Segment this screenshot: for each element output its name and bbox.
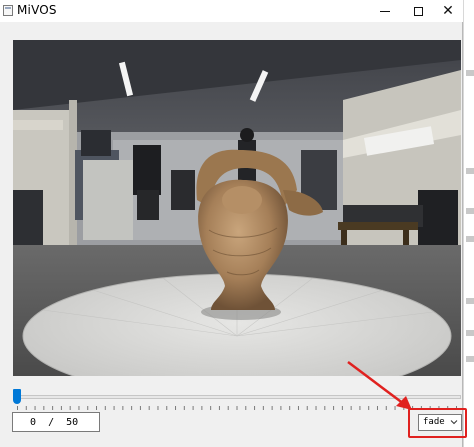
chevron-down-icon bbox=[450, 420, 458, 425]
slider-groove bbox=[13, 395, 461, 399]
background-text-mark bbox=[466, 236, 474, 242]
mode-dropdown-value: fade bbox=[423, 417, 445, 427]
background-text-mark bbox=[466, 70, 474, 76]
background-window-edge bbox=[463, 0, 474, 447]
maximize-icon bbox=[413, 6, 423, 16]
mivos-window: MiVOS ✕ 0 / 50 fade bbox=[0, 0, 463, 447]
close-icon: ✕ bbox=[442, 3, 454, 19]
background-text-mark bbox=[466, 168, 474, 174]
title-bar[interactable]: MiVOS ✕ bbox=[0, 0, 463, 22]
slider-ticks bbox=[17, 406, 457, 410]
close-button[interactable]: ✕ bbox=[433, 0, 463, 22]
minimize-icon bbox=[380, 10, 390, 12]
background-text-mark bbox=[466, 208, 474, 214]
slider-handle[interactable] bbox=[13, 389, 21, 404]
window-title: MiVOS bbox=[17, 3, 57, 17]
background-text-mark bbox=[466, 298, 474, 304]
scene-image bbox=[13, 40, 461, 376]
background-text-mark bbox=[466, 356, 474, 362]
image-viewport[interactable] bbox=[13, 40, 461, 376]
frame-counter: 0 / 50 bbox=[12, 412, 100, 432]
minimize-button[interactable] bbox=[368, 0, 402, 22]
maximize-button[interactable] bbox=[401, 0, 435, 22]
app-icon bbox=[3, 5, 13, 16]
frame-slider[interactable] bbox=[13, 388, 461, 410]
mode-dropdown[interactable]: fade bbox=[418, 414, 462, 431]
background-text-mark bbox=[466, 330, 474, 336]
